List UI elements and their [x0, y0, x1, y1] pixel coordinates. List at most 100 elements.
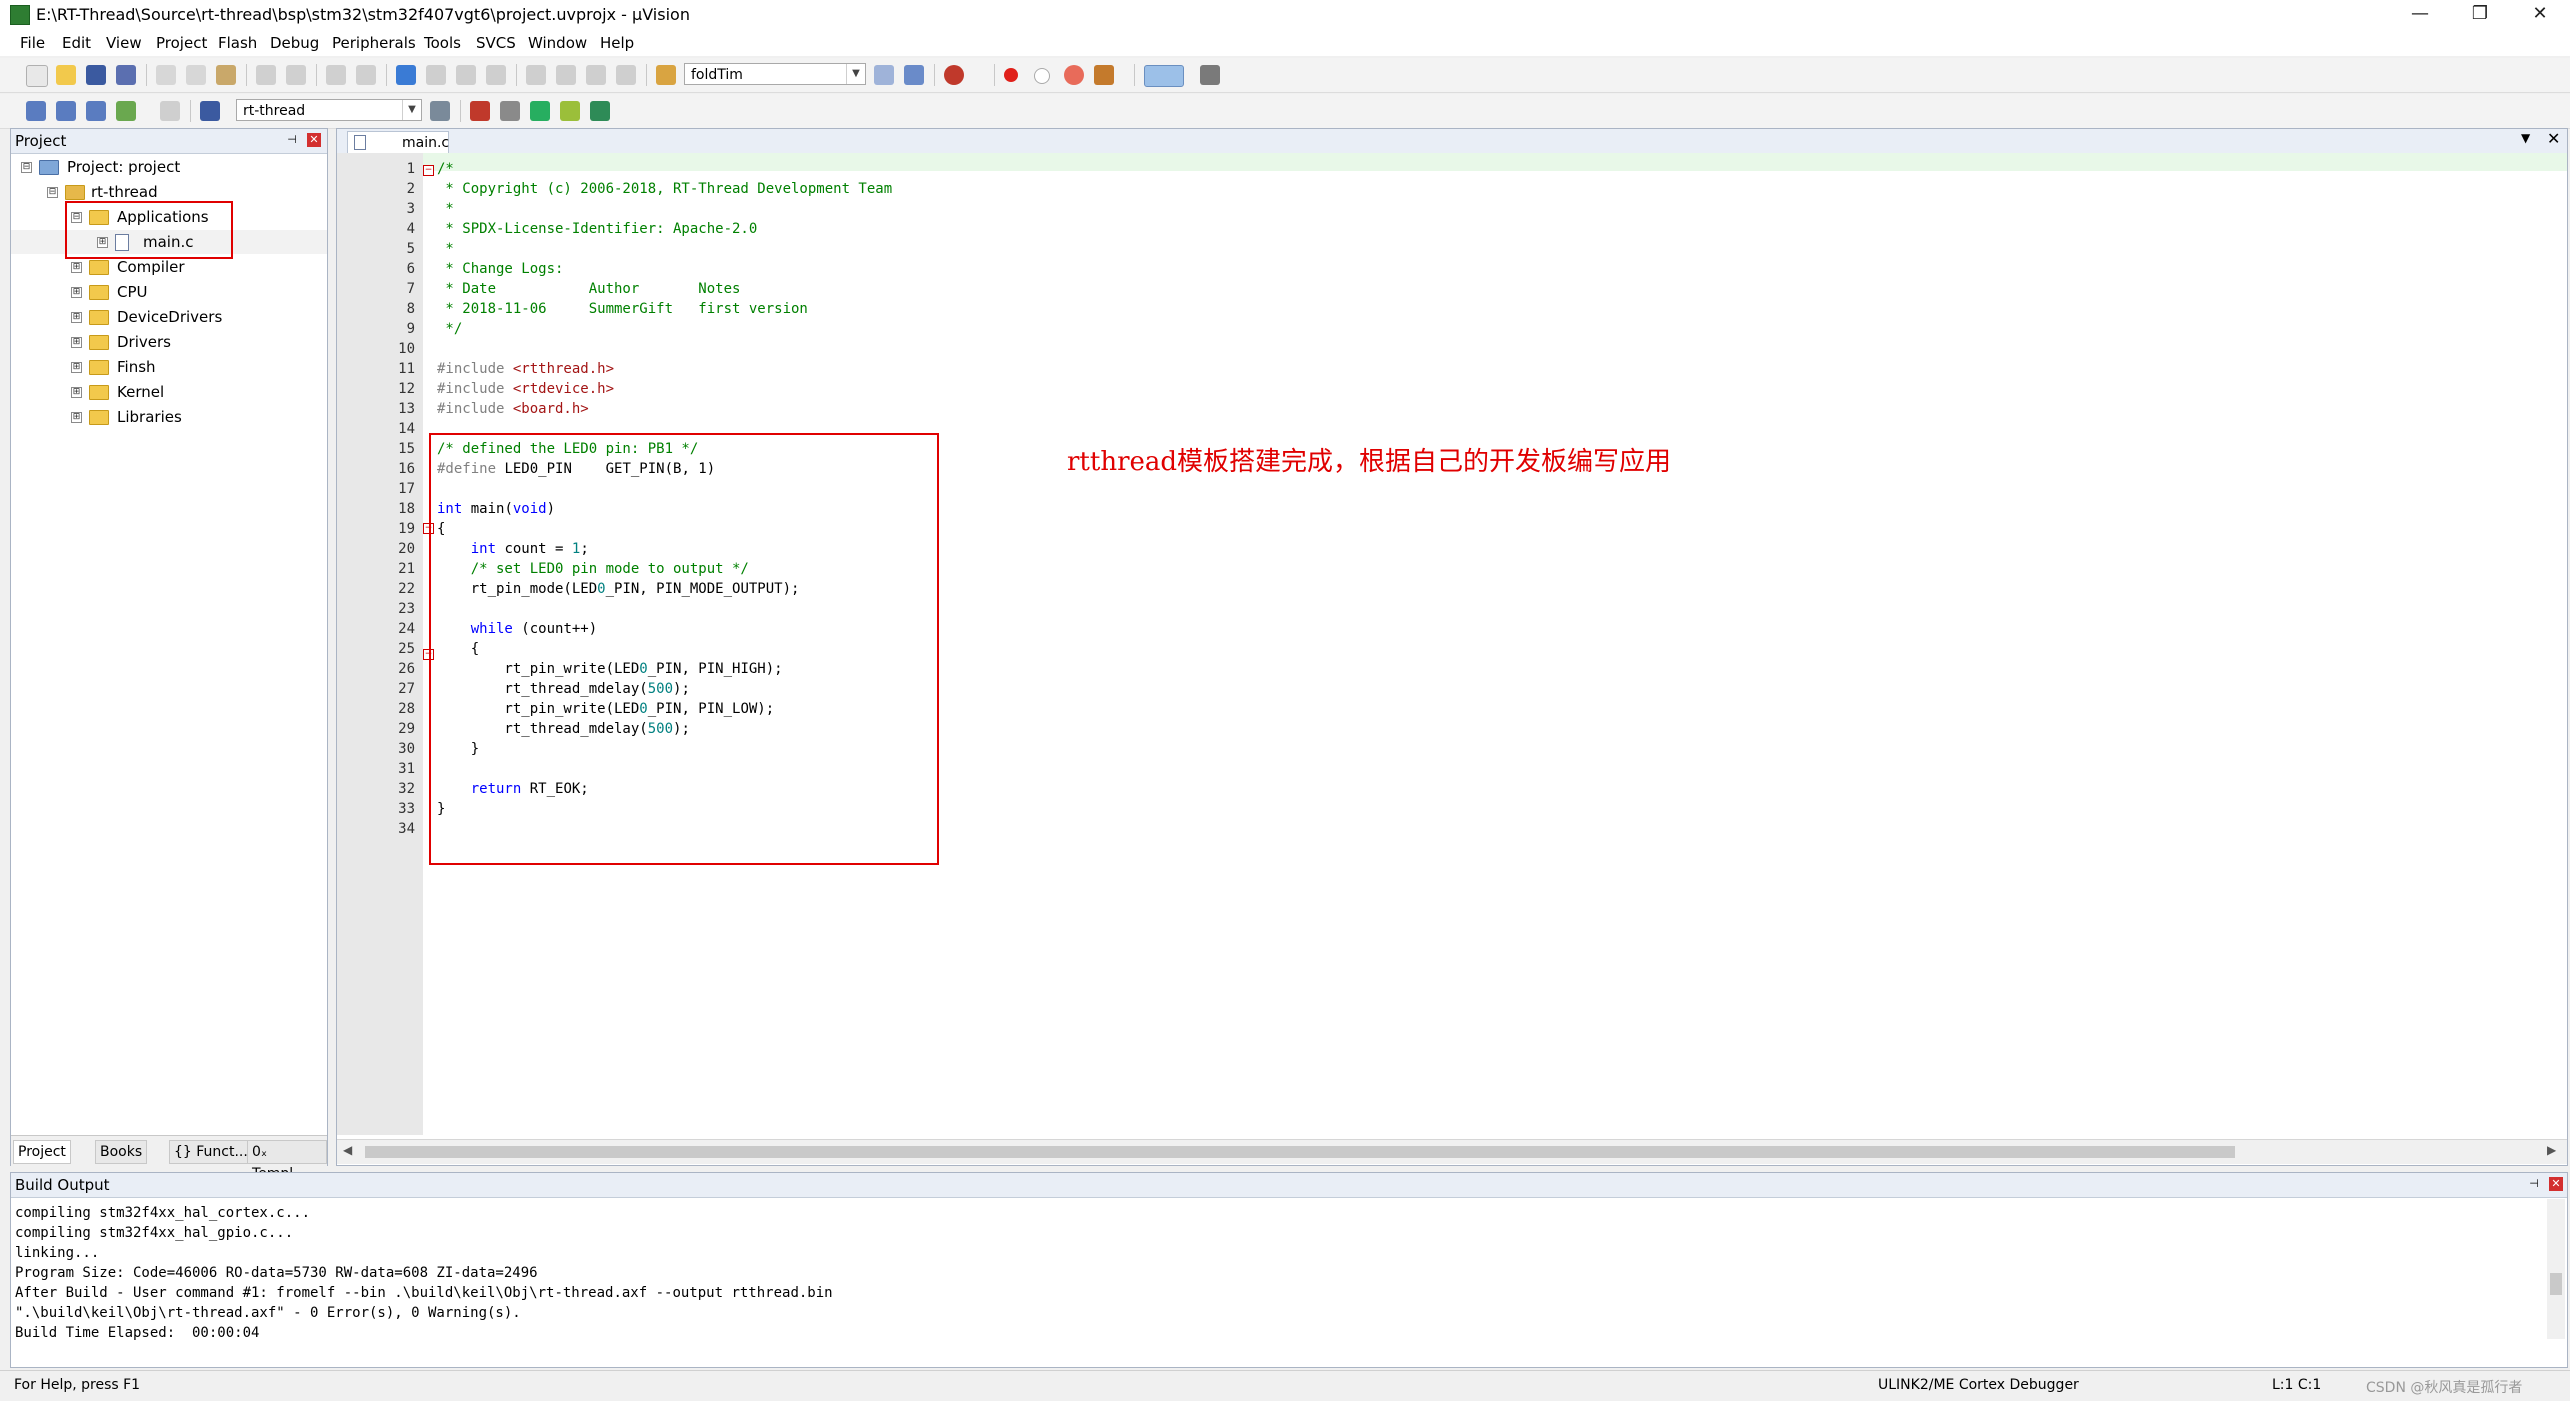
find-combo-value: foldTim: [691, 67, 743, 83]
build-output-title: Build Output: [15, 1176, 110, 1194]
find-in-files-icon[interactable]: [656, 65, 676, 85]
tree-item-finsh[interactable]: ⊞ Finsh: [11, 355, 327, 379]
expand-icon[interactable]: ⊞: [71, 387, 82, 398]
project-icon: [39, 160, 59, 175]
stop-build-icon[interactable]: [160, 101, 180, 121]
scroll-left-icon[interactable]: ◀: [343, 1143, 352, 1157]
menu-edit[interactable]: Edit: [62, 34, 91, 52]
expand-icon[interactable]: ⊞: [71, 412, 82, 423]
horizontal-scrollbar[interactable]: ◀ ▶: [337, 1139, 2567, 1164]
open-file-icon[interactable]: [56, 65, 76, 85]
pack-installer-icon[interactable]: [560, 101, 580, 121]
save-icon[interactable]: [86, 65, 106, 85]
rebuild-icon[interactable]: [86, 101, 106, 121]
menu-window[interactable]: Window: [528, 34, 587, 52]
tree-item-project-root[interactable]: ⊟ Project: project: [11, 155, 327, 179]
menu-svcs[interactable]: SVCS: [476, 34, 516, 52]
disable-breakpoint-icon[interactable]: [1034, 68, 1050, 84]
select-software-packs-icon[interactable]: [500, 101, 520, 121]
navigate-back-icon[interactable]: [326, 65, 346, 85]
tab-list-dropdown-icon[interactable]: ▼: [2521, 131, 2530, 145]
manage-rte-icon[interactable]: [530, 101, 550, 121]
next-bookmark-icon[interactable]: [456, 65, 476, 85]
menu-help[interactable]: Help: [600, 34, 634, 52]
menu-project[interactable]: Project: [156, 34, 207, 52]
close-button[interactable]: ✕: [2510, 0, 2570, 30]
expand-icon[interactable]: ⊞: [71, 362, 82, 373]
scrollbar-thumb[interactable]: [365, 1146, 2235, 1158]
pin-icon[interactable]: ⊣: [2529, 1178, 2539, 1189]
download-icon[interactable]: [200, 101, 220, 121]
fold-toggle-icon[interactable]: −: [423, 165, 434, 176]
manage-project-items-icon[interactable]: [470, 101, 490, 121]
maximize-button[interactable]: ❐: [2450, 0, 2510, 30]
vertical-scrollbar[interactable]: [2547, 1199, 2565, 1339]
uncomment-icon[interactable]: [616, 65, 636, 85]
window-layout-icon[interactable]: [1144, 65, 1184, 87]
menu-peripherals[interactable]: Peripherals: [332, 34, 416, 52]
tree-item-drivers[interactable]: ⊞ Drivers: [11, 330, 327, 354]
find-combo[interactable]: foldTim ▼: [684, 63, 866, 85]
close-icon[interactable]: ✕: [307, 133, 321, 147]
tab-project[interactable]: Project: [13, 1140, 71, 1164]
tree-item-devicedrivers[interactable]: ⊞ DeviceDrivers: [11, 305, 327, 329]
line-number: 30: [398, 741, 415, 757]
breakpoint-icon[interactable]: [1004, 68, 1018, 82]
menu-flash[interactable]: Flash: [218, 34, 257, 52]
toolbar-separator: [994, 64, 995, 86]
kill-all-breakpoints-icon[interactable]: [1094, 65, 1114, 85]
comment-icon[interactable]: [586, 65, 606, 85]
close-icon[interactable]: ✕: [2549, 1177, 2563, 1191]
pin-icon[interactable]: ⊣: [287, 134, 297, 145]
expand-icon[interactable]: ⊞: [71, 337, 82, 348]
build-output-line: Build Time Elapsed: 00:00:04: [15, 1325, 260, 1341]
tree-item-cpu[interactable]: ⊞ CPU: [11, 280, 327, 304]
translate-icon[interactable]: [26, 101, 46, 121]
event-recorder-icon[interactable]: [590, 101, 610, 121]
scrollbar-thumb[interactable]: [2550, 1273, 2562, 1295]
configure-icon[interactable]: [1200, 65, 1220, 85]
save-all-icon[interactable]: [116, 65, 136, 85]
target-options-icon[interactable]: [430, 101, 450, 121]
menu-file[interactable]: File: [20, 34, 45, 52]
expand-icon[interactable]: ⊞: [71, 262, 82, 273]
clear-bookmarks-icon[interactable]: [486, 65, 506, 85]
collapse-icon[interactable]: ⊟: [21, 162, 32, 173]
unindent-icon[interactable]: [556, 65, 576, 85]
target-select[interactable]: rt-thread ▼: [236, 99, 422, 121]
chevron-down-icon[interactable]: ▼: [846, 64, 865, 84]
expand-icon[interactable]: ⊞: [71, 312, 82, 323]
tab-functions[interactable]: {} Funct...: [169, 1140, 253, 1164]
tab-main-c[interactable]: main.c: [347, 131, 449, 154]
expand-icon[interactable]: ⊞: [71, 287, 82, 298]
search-icon[interactable]: [904, 65, 924, 85]
navigate-forward-icon[interactable]: [356, 65, 376, 85]
new-file-icon[interactable]: [26, 65, 48, 87]
scroll-right-icon[interactable]: ▶: [2547, 1143, 2556, 1157]
close-tab-icon[interactable]: ✕: [2547, 129, 2560, 148]
build-icon[interactable]: [56, 101, 76, 121]
menu-debug[interactable]: Debug: [270, 34, 319, 52]
indent-icon[interactable]: [526, 65, 546, 85]
debug-session-icon[interactable]: [944, 65, 964, 85]
tab-templates[interactable]: 0ₓ Templ...: [247, 1140, 327, 1182]
incremental-find-icon[interactable]: [874, 65, 894, 85]
tree-item-libraries[interactable]: ⊞ Libraries: [11, 405, 327, 429]
copy-icon[interactable]: [186, 65, 206, 85]
prev-bookmark-icon[interactable]: [426, 65, 446, 85]
tab-books[interactable]: Books: [95, 1140, 148, 1164]
chevron-down-icon[interactable]: ▼: [402, 100, 421, 120]
menu-view[interactable]: View: [106, 34, 142, 52]
toolbar-separator: [1134, 64, 1135, 86]
kill-breakpoints-icon[interactable]: [1064, 65, 1084, 85]
collapse-icon[interactable]: ⊟: [47, 187, 58, 198]
batch-build-icon[interactable]: [116, 101, 136, 121]
minimize-button[interactable]: —: [2390, 0, 2450, 30]
tree-item-kernel[interactable]: ⊞ Kernel: [11, 380, 327, 404]
redo-icon[interactable]: [286, 65, 306, 85]
bookmark-icon[interactable]: [396, 65, 416, 85]
paste-icon[interactable]: [216, 65, 236, 85]
undo-icon[interactable]: [256, 65, 276, 85]
menu-tools[interactable]: Tools: [424, 34, 461, 52]
cut-icon[interactable]: [156, 65, 176, 85]
